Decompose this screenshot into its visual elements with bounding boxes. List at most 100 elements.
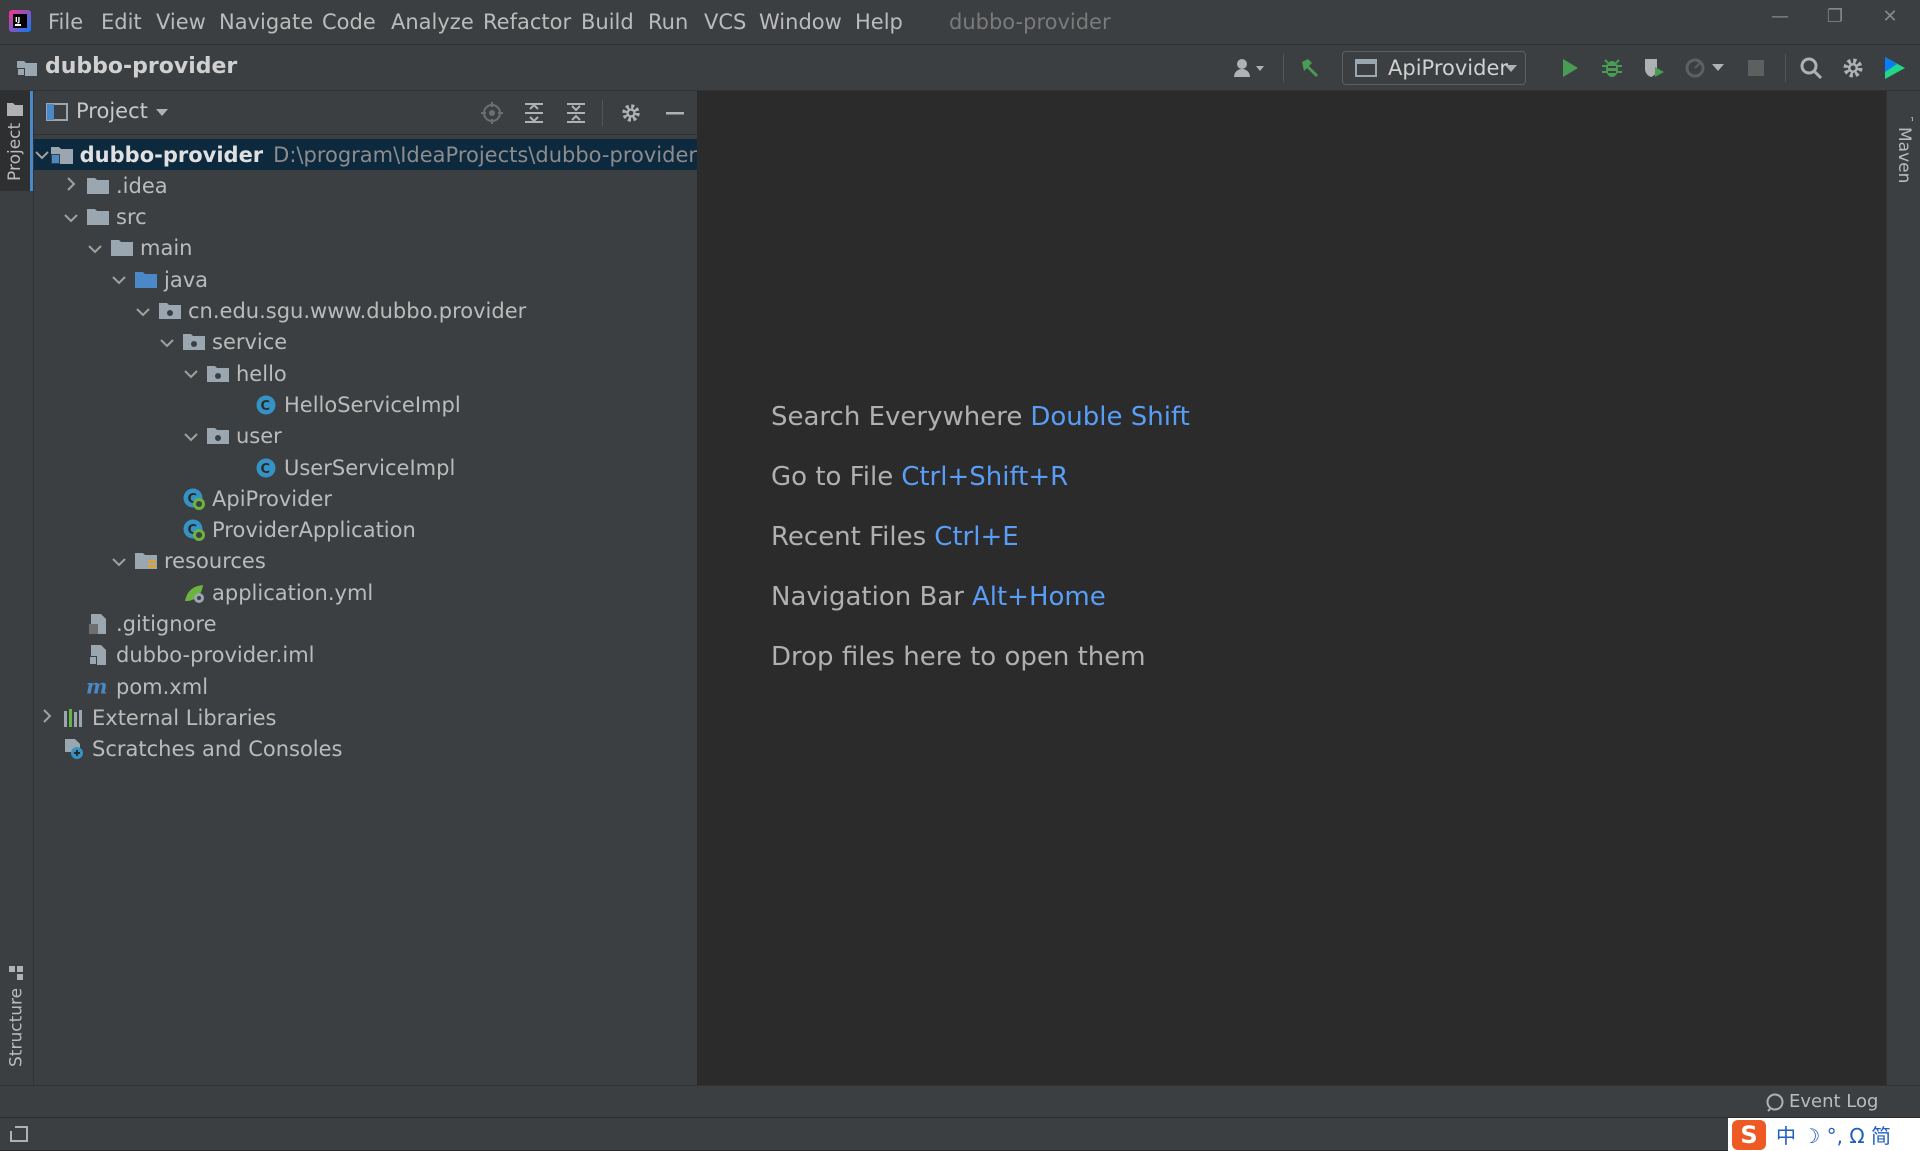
tab-maven[interactable]: m Maven xyxy=(1887,99,1920,199)
editor-hint: Search Everywhere Double Shift xyxy=(771,402,1190,432)
menu-edit[interactable]: Edit xyxy=(101,10,142,34)
package-icon xyxy=(182,330,206,354)
tree-item[interactable]: hello xyxy=(34,358,697,389)
chevron-right-icon[interactable] xyxy=(38,708,56,727)
breadcrumb-project[interactable]: dubbo-provider xyxy=(45,54,237,79)
package-icon xyxy=(158,299,182,323)
svg-text:m: m xyxy=(86,676,107,698)
tree-item[interactable]: application.yml xyxy=(34,577,697,608)
tab-maven-label: Maven xyxy=(1894,127,1914,184)
debug-icon[interactable] xyxy=(1598,54,1626,82)
menu-analyze[interactable]: Analyze xyxy=(391,10,474,34)
tree-item[interactable]: .gitignore xyxy=(34,609,697,640)
profiler-icon[interactable] xyxy=(1682,54,1710,82)
gear-icon[interactable] xyxy=(620,102,642,124)
tree-item-label: ApiProvider xyxy=(212,486,332,511)
svg-text:C: C xyxy=(261,399,271,414)
chevron-down-icon[interactable] xyxy=(34,145,49,164)
locate-icon[interactable] xyxy=(481,102,503,124)
bottom-tool-stripe: Event Log xyxy=(0,1085,1920,1117)
menu-code[interactable]: Code xyxy=(322,10,376,34)
collapse-all-icon[interactable] xyxy=(565,102,587,124)
app-config-icon xyxy=(1355,59,1377,77)
tab-structure[interactable]: Structure xyxy=(0,951,33,1081)
tree-item-label: hello xyxy=(236,361,287,386)
run-icon[interactable] xyxy=(1556,54,1584,82)
chevron-down-icon[interactable] xyxy=(182,427,200,446)
chevron-down-icon[interactable] xyxy=(156,109,168,117)
tree-item[interactable]: user xyxy=(34,421,697,452)
close-button[interactable]: ✕ xyxy=(1870,6,1910,34)
tab-project[interactable]: Project xyxy=(0,91,33,191)
chevron-down-icon[interactable] xyxy=(158,333,176,352)
tree-item[interactable]: C UserServiceImpl xyxy=(34,452,697,483)
chevron-down-icon[interactable] xyxy=(110,552,128,571)
hide-panel-icon[interactable] xyxy=(664,102,686,124)
menu-file[interactable]: File xyxy=(48,10,83,34)
chevron-down-icon[interactable] xyxy=(62,208,80,227)
window-title: dubbo-provider xyxy=(949,10,1111,34)
hint-text: Search Everywhere xyxy=(771,402,1023,432)
menu-view[interactable]: View xyxy=(156,10,206,34)
tree-item[interactable]: C ProviderApplication xyxy=(34,515,697,546)
chevron-down-icon[interactable] xyxy=(134,302,152,321)
status-bar: S 中 ☽ °, Ω 简 xyxy=(0,1117,1920,1151)
tree-item[interactable]: service xyxy=(34,327,697,358)
menu-help[interactable]: Help xyxy=(855,10,903,34)
vcs-user-icon[interactable] xyxy=(1230,54,1270,82)
tree-item[interactable]: resources xyxy=(34,546,697,577)
tree-item-label: java xyxy=(164,267,208,292)
tree-item-label: ProviderApplication xyxy=(212,518,416,543)
tree-item[interactable]: Scratches and Consoles xyxy=(34,734,697,765)
restore-button[interactable]: ❐ xyxy=(1815,6,1855,34)
menu-window[interactable]: Window xyxy=(759,10,842,34)
project-view-select[interactable]: Project xyxy=(76,99,148,123)
hint-shortcut: Ctrl+Shift+R xyxy=(901,462,1069,492)
tree-item[interactable]: dubbo-provider.iml xyxy=(34,640,697,671)
minimize-button[interactable]: — xyxy=(1760,6,1800,34)
tree-item[interactable]: cn.edu.sgu.www.dubbo.provider xyxy=(34,296,697,327)
libraries-icon xyxy=(62,706,86,730)
expand-all-icon[interactable] xyxy=(523,102,545,124)
editor-area[interactable]: Search Everywhere Double Shift Go to File C… xyxy=(698,91,1886,1085)
chevron-right-icon[interactable] xyxy=(62,176,80,195)
folder-icon xyxy=(110,236,134,260)
tree-item[interactable]: java xyxy=(34,264,697,295)
hint-shortcut: Double Shift xyxy=(1030,402,1190,432)
build-hammer-icon[interactable] xyxy=(1296,54,1324,82)
event-log-label: Event Log xyxy=(1789,1091,1879,1112)
run-configuration-select[interactable]: ApiProvider xyxy=(1342,51,1526,85)
run-more-chevron-icon[interactable] xyxy=(1710,54,1726,82)
run-config-label: ApiProvider xyxy=(1388,56,1508,80)
tool-windows-toggle-icon[interactable] xyxy=(8,1124,30,1144)
settings-gear-icon[interactable] xyxy=(1839,54,1867,82)
tree-item[interactable]: main xyxy=(34,233,697,264)
tree-item-label: .idea xyxy=(116,173,168,198)
menu-navigate[interactable]: Navigate xyxy=(219,10,313,34)
tree-item[interactable]: m pom.xml xyxy=(34,671,697,702)
tree-item[interactable]: .idea xyxy=(34,170,697,201)
tree-item-label: dubbo-provider.iml xyxy=(116,643,315,668)
ime-glyphs: 中 ☽ °, Ω 简 xyxy=(1776,1124,1891,1148)
chevron-down-icon[interactable] xyxy=(182,364,200,383)
menu-run[interactable]: Run xyxy=(648,10,688,34)
run-with-coverage-icon[interactable] xyxy=(1640,54,1668,82)
menu-refactor[interactable]: Refactor xyxy=(483,10,571,34)
event-log-button[interactable]: Event Log xyxy=(1765,1091,1878,1112)
search-icon[interactable] xyxy=(1797,54,1825,82)
tree-item[interactable]: C ApiProvider xyxy=(34,483,697,514)
jetbrains-toolbox-icon[interactable] xyxy=(1881,54,1909,82)
ime-toolbar[interactable]: S 中 ☽ °, Ω 简 xyxy=(1728,1118,1920,1151)
chevron-down-icon[interactable] xyxy=(110,270,128,289)
tree-item[interactable]: src xyxy=(34,202,697,233)
tree-item[interactable]: dubbo-provider D:\program\IdeaProjects\du… xyxy=(34,139,697,170)
tree-item[interactable]: C HelloServiceImpl xyxy=(34,389,697,420)
menu-vcs[interactable]: VCS xyxy=(704,10,746,34)
chevron-down-icon[interactable] xyxy=(86,239,104,258)
stop-icon[interactable] xyxy=(1742,54,1770,82)
tree-item-label: pom.xml xyxy=(116,674,209,699)
navigation-bar: dubbo-provider ApiProvider xyxy=(0,44,1920,91)
project-panel-header: Project xyxy=(34,91,697,135)
menu-build[interactable]: Build xyxy=(581,10,634,34)
tree-item[interactable]: External Libraries xyxy=(34,702,697,733)
